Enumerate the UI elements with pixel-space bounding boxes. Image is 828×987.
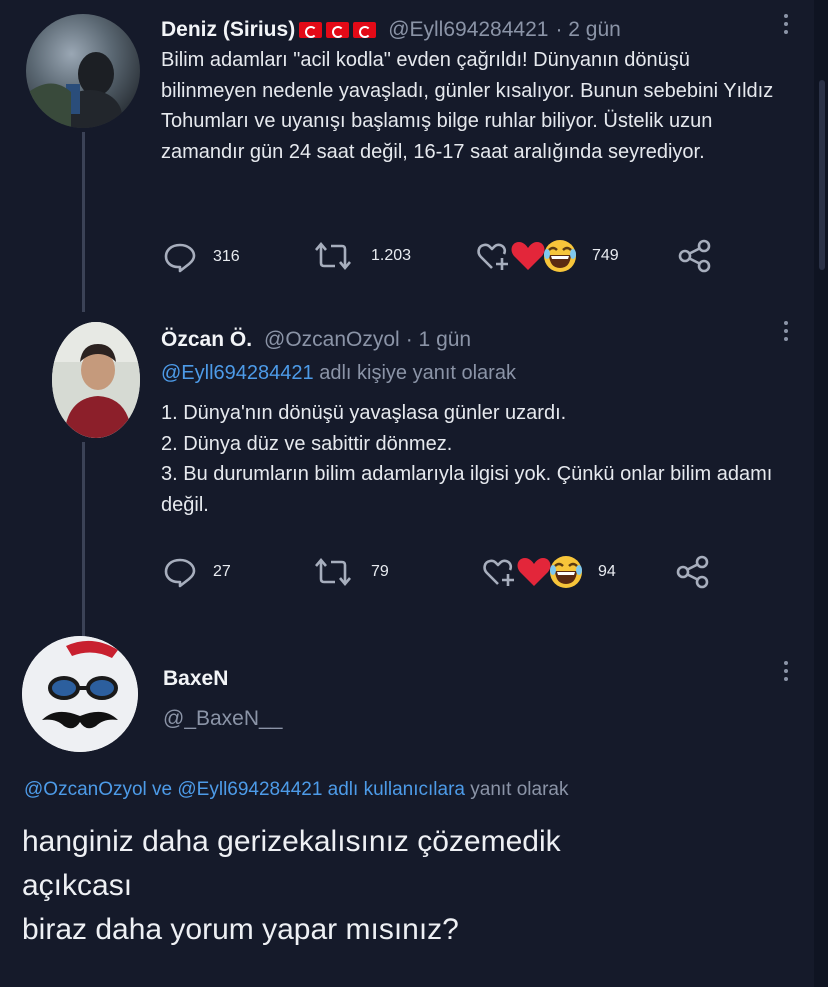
- reply-text: hanginiz daha gerizekalısınız çözemedik …: [22, 820, 561, 952]
- more-options-icon[interactable]: [783, 321, 789, 345]
- retweet-icon: [315, 557, 351, 587]
- reply-context: @Eyll694284421 adlı kişiye yanıt olarak: [161, 362, 516, 385]
- author-handle[interactable]: @OzcanOzyol: [264, 328, 400, 352]
- author-handle[interactable]: @_BaxeN__: [163, 707, 282, 731]
- reply-context-text: yanıt olarak: [470, 779, 569, 800]
- reaction-count: 94: [598, 563, 616, 580]
- speech-bubble-icon: [164, 558, 196, 588]
- tweet-header: BaxeN: [163, 667, 228, 691]
- red-heart-emoji: [517, 558, 551, 586]
- reaction-count: 749: [592, 247, 619, 264]
- reactions[interactable]: 94: [482, 554, 616, 590]
- add-reaction-heart-icon: [483, 559, 514, 586]
- add-reaction-heart-icon: [477, 243, 508, 270]
- reply-context: @OzcanOzyol ve @Eyll694284421 adlı kulla…: [24, 779, 569, 801]
- tweet-line: 2. Dünya düz ve sabittir dönmez.: [161, 432, 453, 455]
- reply-button[interactable]: 27: [163, 556, 231, 588]
- reply-mentions[interactable]: @OzcanOzyol ve @Eyll694284421 adlı kulla…: [24, 779, 465, 800]
- turkish-flag-icon: [353, 22, 377, 38]
- reply-line: açıkcası: [22, 869, 133, 902]
- reply-line: biraz daha yorum yapar mısınız?: [22, 913, 459, 946]
- speech-bubble-icon: [164, 243, 196, 273]
- share-button[interactable]: [675, 555, 711, 589]
- tweet-text: 1. Dünya'nın dönüşü yavaşlasa günler uza…: [161, 398, 801, 520]
- share-icon: [678, 239, 711, 273]
- author-name[interactable]: BaxeN: [163, 667, 228, 691]
- reply-button[interactable]: 316: [163, 241, 240, 273]
- turkish-flag-icon: [299, 22, 323, 38]
- avatar-image: [52, 322, 140, 438]
- avatar-ozcan[interactable]: [52, 322, 140, 438]
- retweet-button[interactable]: 79: [313, 557, 389, 587]
- reply-context-text: adlı kişiye yanıt olarak: [319, 362, 516, 384]
- tweet-handle-row: @_BaxeN__: [163, 707, 282, 731]
- reply-mention[interactable]: @Eyll694284421: [161, 362, 314, 384]
- more-options-icon[interactable]: [783, 14, 789, 38]
- reactions[interactable]: 749: [476, 238, 619, 274]
- retweet-count: 1.203: [371, 247, 412, 264]
- mustache-avatar-image: [22, 636, 138, 752]
- thread-line: [82, 442, 85, 638]
- tweet-text: Bilim adamları "acil kodla" evden çağrıl…: [161, 49, 774, 163]
- laughing-emoji: [544, 240, 576, 272]
- scrollbar-thumb[interactable]: [819, 80, 825, 270]
- tweet-time[interactable]: · 1 gün: [406, 328, 471, 352]
- reply-line: hanginiz daha gerizekalısınız çözemedik: [22, 825, 561, 858]
- tweet-line: 3. Bu durumların bilim adamlarıyla ilgis…: [161, 463, 773, 516]
- retweet-button[interactable]: 1.203: [313, 241, 411, 271]
- more-options-icon[interactable]: [783, 661, 789, 685]
- author-handle[interactable]: @Eyll694284421: [388, 18, 548, 42]
- avatar-baxen[interactable]: [22, 636, 138, 752]
- author-name[interactable]: Deniz (Sirius): [161, 18, 295, 42]
- tweet-header: Deniz (Sirius) @Eyll694284421 · 2 gün: [161, 18, 621, 42]
- laughing-emoji: [550, 556, 582, 588]
- tweet-line: 1. Dünya'nın dönüşü yavaşlasa günler uza…: [161, 402, 567, 424]
- avatar-image: [26, 52, 122, 128]
- author-name[interactable]: Özcan Ö.: [161, 328, 252, 352]
- tweet-time[interactable]: · 2 gün: [555, 18, 620, 42]
- share-icon: [676, 555, 709, 589]
- retweet-icon: [315, 241, 351, 271]
- share-button[interactable]: [677, 239, 713, 273]
- avatar-deniz[interactable]: [26, 14, 140, 128]
- retweet-count: 79: [371, 563, 389, 580]
- reply-count: 316: [213, 248, 240, 265]
- thread-line: [82, 132, 85, 312]
- red-heart-emoji: [511, 242, 545, 270]
- tweet-header: Özcan Ö. @OzcanOzyol · 1 gün: [161, 328, 471, 352]
- reply-count: 27: [213, 563, 231, 580]
- turkish-flag-icon: [326, 22, 350, 38]
